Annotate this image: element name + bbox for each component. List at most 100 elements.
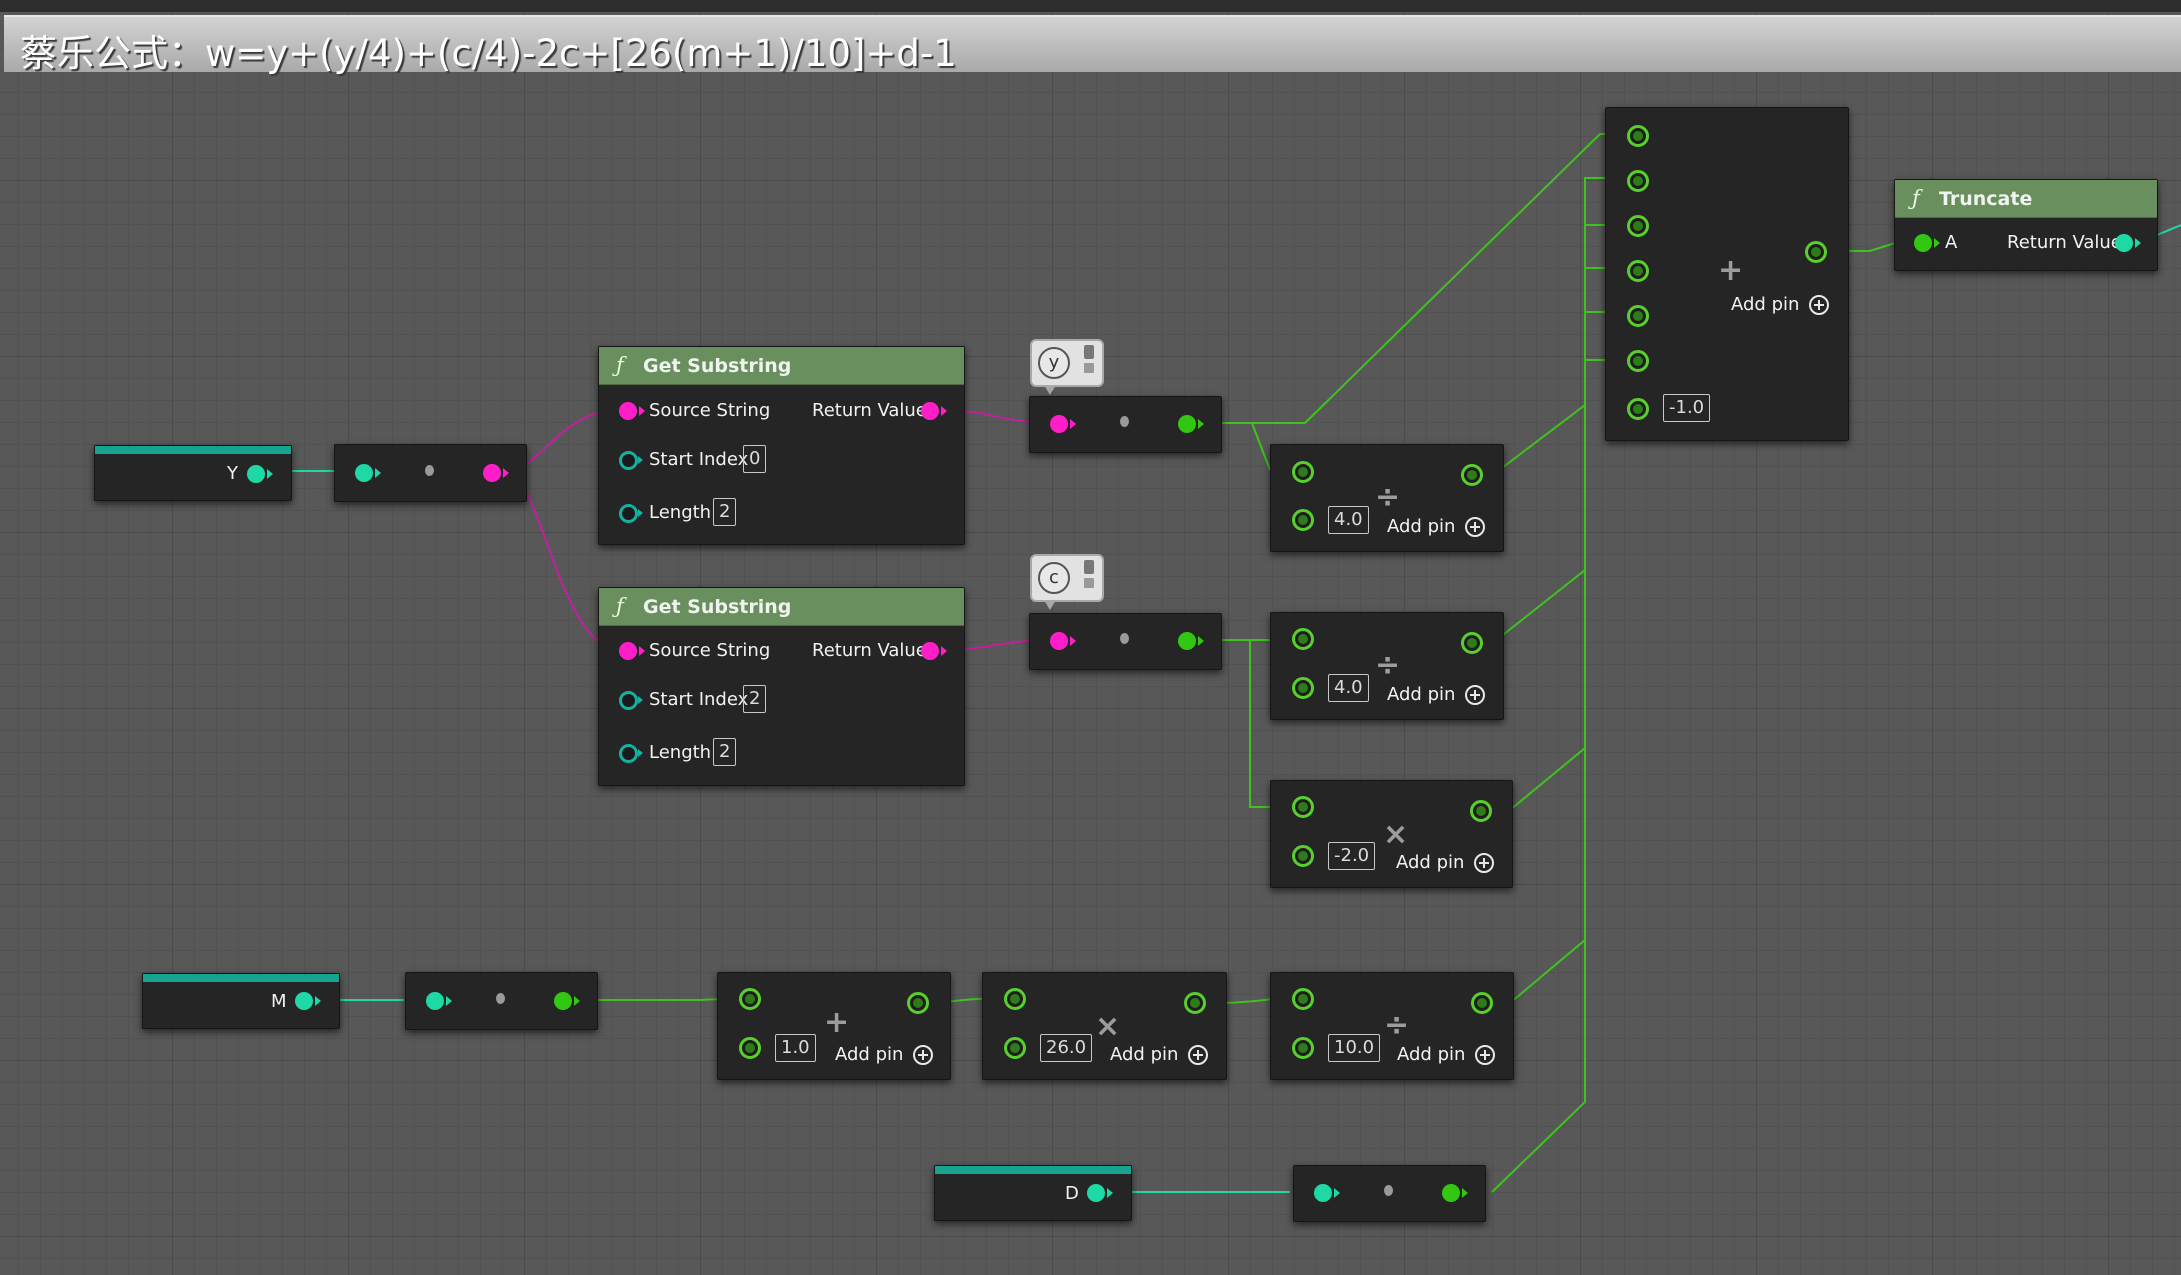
- add-pin-icon[interactable]: [1809, 295, 1829, 315]
- input-pin-a[interactable]: [1292, 988, 1314, 1010]
- divisor-field[interactable]: 4.0: [1328, 674, 1369, 702]
- truncate-node[interactable]: ƒ Truncate A Return Value: [1894, 179, 2158, 271]
- convert-input-pin[interactable]: [1050, 415, 1068, 433]
- convert-input-pin[interactable]: [1314, 1184, 1332, 1202]
- divisor-field[interactable]: 10.0: [1328, 1034, 1381, 1062]
- sum-input-pin-2[interactable]: [1627, 170, 1649, 192]
- input-pin-b[interactable]: [1292, 509, 1314, 531]
- return-value-pin[interactable]: [921, 402, 939, 420]
- variable-m-node[interactable]: M: [142, 973, 340, 1029]
- start-index-pin[interactable]: [619, 451, 638, 470]
- comment-bubble-y[interactable]: y: [1030, 339, 1104, 395]
- convert-input-pin[interactable]: [1050, 632, 1068, 650]
- length-pin[interactable]: [619, 504, 638, 523]
- input-pin-b[interactable]: [739, 1037, 761, 1059]
- variable-m-output-pin[interactable]: [295, 992, 313, 1010]
- add-pin-label[interactable]: Add pin: [835, 1044, 903, 1065]
- output-pin[interactable]: [1471, 992, 1493, 1014]
- variable-y-output-pin[interactable]: [247, 465, 265, 483]
- start-index-field[interactable]: 2: [743, 685, 767, 713]
- length-pin[interactable]: [619, 744, 638, 763]
- multiply-node-c[interactable]: -2.0 × Add pin: [1270, 780, 1513, 888]
- convert-node-m[interactable]: [405, 972, 598, 1030]
- input-pin-a[interactable]: [1292, 628, 1314, 650]
- multiply-node-m[interactable]: 26.0 × Add pin: [982, 972, 1227, 1080]
- divisor-field[interactable]: 4.0: [1328, 506, 1369, 534]
- multiply-icon: ×: [1095, 1009, 1121, 1044]
- input-pin-a[interactable]: [1292, 796, 1314, 818]
- add-pin-icon[interactable]: [1465, 685, 1485, 705]
- add-pin-label[interactable]: Add pin: [1387, 684, 1455, 705]
- convert-output-pin[interactable]: [1442, 1184, 1460, 1202]
- divide-node-m[interactable]: 10.0 ÷ Add pin: [1270, 972, 1514, 1080]
- truncate-input-pin-a[interactable]: [1914, 234, 1932, 252]
- convert-output-pin[interactable]: [554, 992, 572, 1010]
- output-pin[interactable]: [1461, 632, 1483, 654]
- input-pin-b[interactable]: [1292, 677, 1314, 699]
- convert-output-pin[interactable]: [1178, 632, 1196, 650]
- add-pin-label[interactable]: Add pin: [1396, 852, 1464, 873]
- add-pin-icon[interactable]: [1474, 853, 1494, 873]
- output-pin[interactable]: [907, 992, 929, 1014]
- input-pin-a[interactable]: [1292, 461, 1314, 483]
- add-node-m[interactable]: 1.0 + Add pin: [717, 972, 951, 1080]
- convert-output-pin[interactable]: [1178, 415, 1196, 433]
- source-string-pin[interactable]: [619, 402, 637, 420]
- truncate-output-pin[interactable]: [2115, 234, 2133, 252]
- add-pin-label[interactable]: Add pin: [1110, 1044, 1178, 1065]
- output-pin[interactable]: [1470, 800, 1492, 822]
- get-substring-node-1[interactable]: ƒ Get Substring Source String Return Val…: [598, 346, 965, 545]
- length-field[interactable]: 2: [713, 738, 737, 766]
- variable-y-node[interactable]: Y: [94, 445, 292, 501]
- sum-output-pin[interactable]: [1805, 241, 1827, 263]
- length-field[interactable]: 2: [713, 498, 737, 526]
- add-pin-label[interactable]: Add pin: [1397, 1044, 1465, 1065]
- add-pin-icon[interactable]: [1475, 1045, 1495, 1065]
- add-pin-icon[interactable]: [913, 1045, 933, 1065]
- convert-node-d[interactable]: [1293, 1165, 1486, 1222]
- multiplier-field[interactable]: -2.0: [1328, 842, 1376, 870]
- add-pin-icon[interactable]: [1188, 1045, 1208, 1065]
- divide-node-c[interactable]: 4.0 ÷ Add pin: [1270, 612, 1504, 720]
- sum-input-pin-5[interactable]: [1627, 305, 1649, 327]
- add-pin-icon[interactable]: [1465, 517, 1485, 537]
- convert-output-pin[interactable]: [483, 464, 501, 482]
- divide-node-y[interactable]: 4.0 ÷ Add pin: [1270, 444, 1504, 552]
- truncate-a-label: A: [1945, 232, 1958, 253]
- blueprint-graph-canvas[interactable]: 蔡乐公式：w=y+(y/4)+(c/4)-2c+[26(m+1)/10]+d-1: [0, 0, 2181, 1275]
- convert-input-pin[interactable]: [426, 992, 444, 1010]
- input-pin-a[interactable]: [1004, 988, 1026, 1010]
- variable-color-bar: [95, 446, 291, 454]
- input-pin-b[interactable]: [1292, 1037, 1314, 1059]
- return-value-pin[interactable]: [921, 642, 939, 660]
- convert-node-y-int[interactable]: [1029, 396, 1222, 453]
- pin-arrow-icon: [1070, 636, 1076, 646]
- constant-field[interactable]: -1.0: [1663, 394, 1711, 422]
- sum-add-node[interactable]: -1.0 + Add pin: [1605, 107, 1849, 441]
- add-pin-label[interactable]: Add pin: [1387, 516, 1455, 537]
- input-pin-b[interactable]: [1004, 1037, 1026, 1059]
- sum-input-pin-6[interactable]: [1627, 350, 1649, 372]
- multiplier-field[interactable]: 26.0: [1040, 1034, 1093, 1062]
- addend-field[interactable]: 1.0: [775, 1034, 816, 1062]
- sum-input-pin-1[interactable]: [1627, 125, 1649, 147]
- variable-d-node[interactable]: D: [934, 1165, 1132, 1221]
- input-pin-b[interactable]: [1292, 845, 1314, 867]
- sum-input-pin-3[interactable]: [1627, 215, 1649, 237]
- add-pin-label[interactable]: Add pin: [1731, 294, 1799, 315]
- input-pin-a[interactable]: [739, 988, 761, 1010]
- sum-input-pin-7[interactable]: [1627, 398, 1649, 420]
- source-string-pin[interactable]: [619, 642, 637, 660]
- convert-node-y[interactable]: [334, 444, 527, 502]
- start-index-field[interactable]: 0: [743, 445, 767, 473]
- convert-dot-icon: [1120, 416, 1129, 427]
- convert-input-pin[interactable]: [355, 464, 373, 482]
- output-pin[interactable]: [1461, 464, 1483, 486]
- variable-d-output-pin[interactable]: [1087, 1184, 1105, 1202]
- sum-input-pin-4[interactable]: [1627, 260, 1649, 282]
- convert-node-c-int[interactable]: [1029, 613, 1222, 670]
- comment-bubble-c[interactable]: c: [1030, 554, 1104, 610]
- get-substring-node-2[interactable]: ƒ Get Substring Source String Return Val…: [598, 587, 965, 786]
- output-pin[interactable]: [1184, 992, 1206, 1014]
- start-index-pin[interactable]: [619, 691, 638, 710]
